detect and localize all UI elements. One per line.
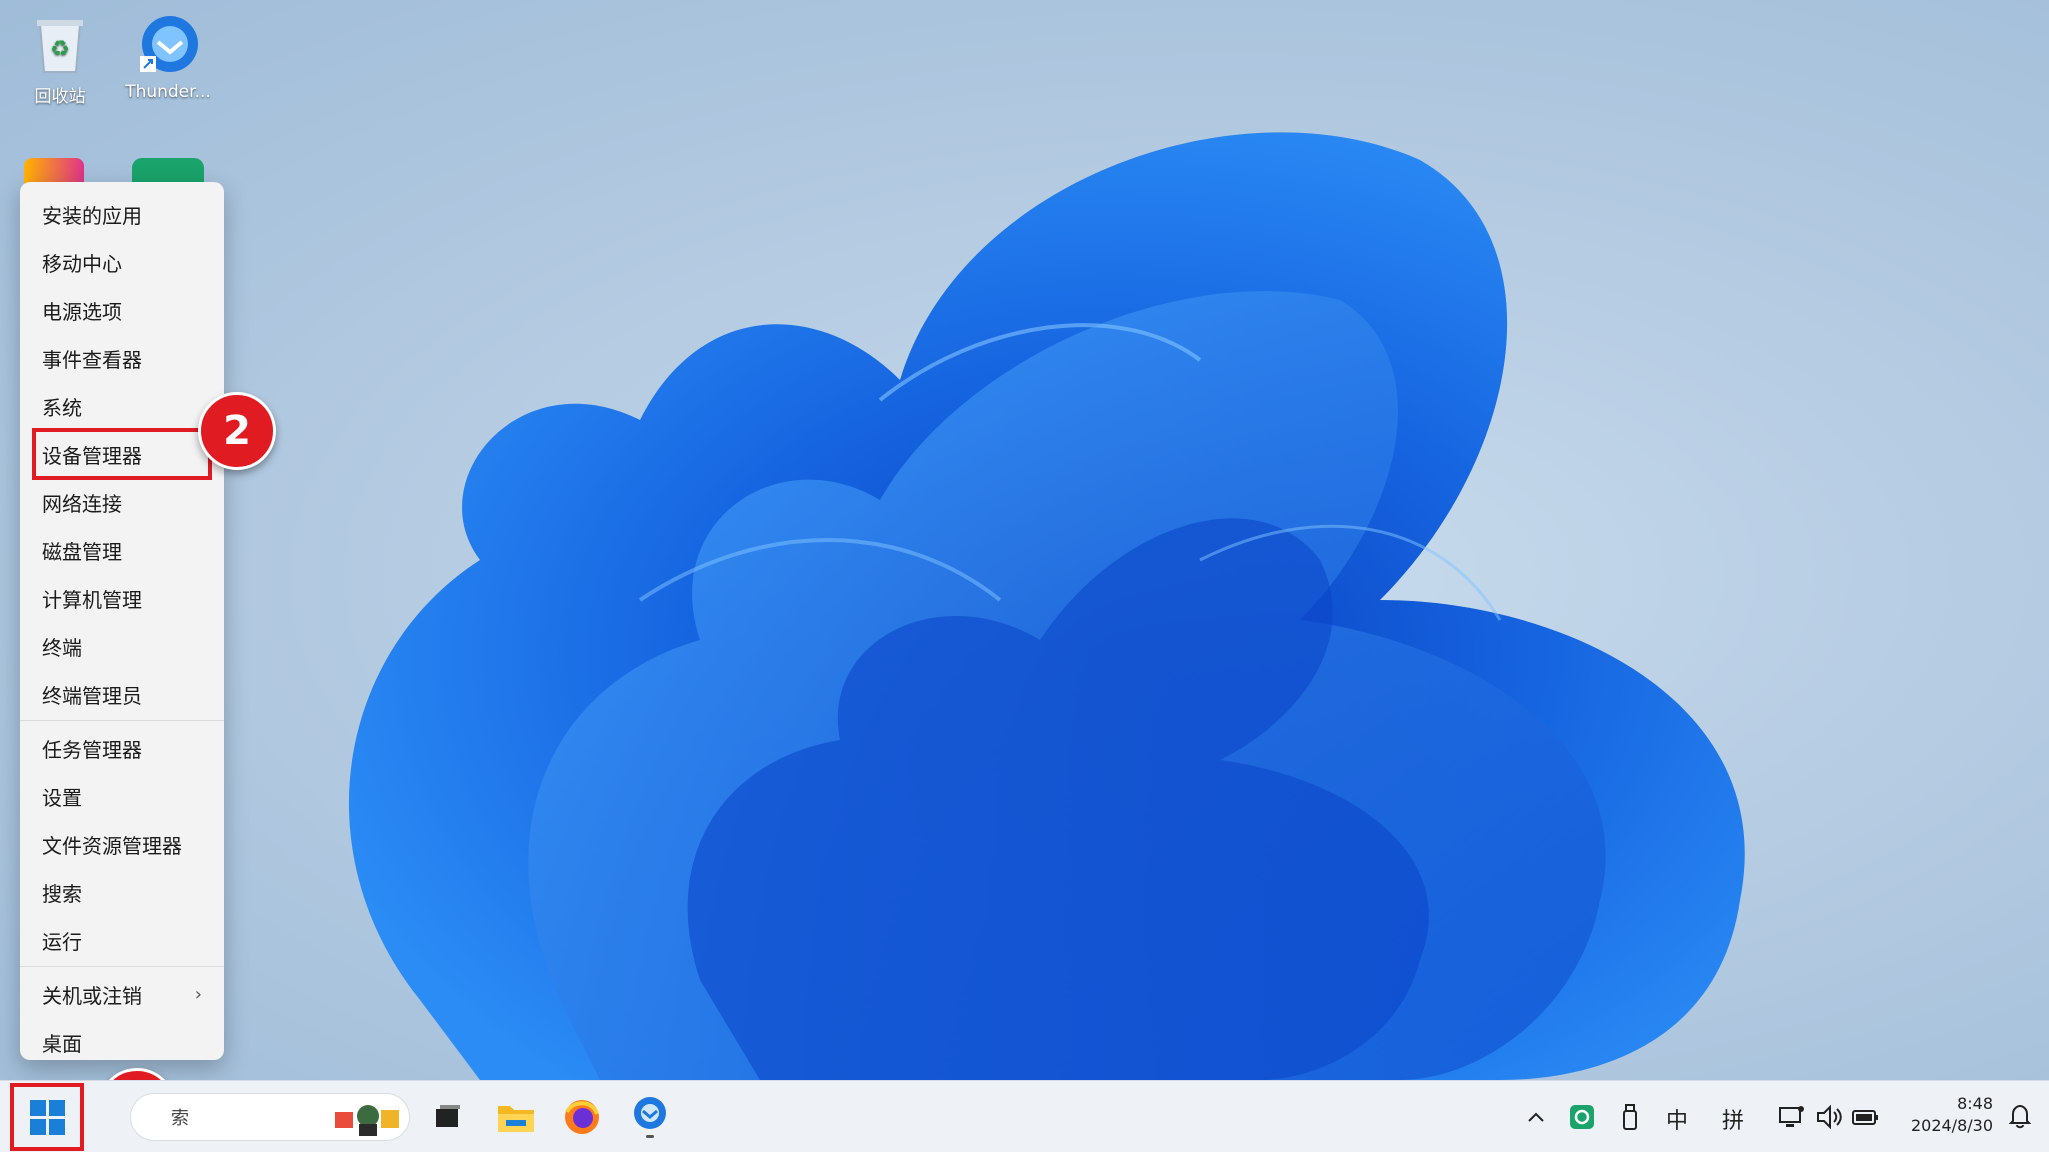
menu-item-label: 文件资源管理器 (42, 833, 182, 858)
menu-item-label: 运行 (42, 929, 82, 954)
desktop-icon-label: Thunder... (125, 82, 211, 102)
windows-logo-icon (29, 1099, 65, 1135)
menu-item-label: 网络连接 (42, 491, 122, 516)
menu-separator (20, 720, 224, 721)
menu-item-label: 安装的应用 (42, 203, 142, 228)
menu-item-label: 终端 (42, 635, 82, 660)
menu-item-label: 设置 (42, 785, 82, 810)
task-view-icon[interactable] (426, 1095, 470, 1139)
step-badge-2: 2 (198, 392, 276, 470)
menu-item-settings[interactable]: 设置 (20, 772, 224, 820)
menu-item-network-connections[interactable]: 网络连接 (20, 478, 224, 526)
menu-item-label: 终端管理员 (42, 683, 142, 708)
thunderbird-taskbar-icon[interactable] (628, 1095, 672, 1139)
usb-device-icon[interactable] (1608, 1095, 1652, 1139)
taskbar-search-box[interactable]: 索 (130, 1093, 410, 1141)
menu-item-desktop[interactable]: 桌面 (20, 1018, 224, 1066)
menu-item-mobility-center[interactable]: 移动中心 (20, 238, 224, 286)
menu-item-installed-apps[interactable]: 安装的应用 (20, 190, 224, 238)
menu-separator (20, 966, 224, 967)
thunderbird-icon (136, 12, 200, 76)
winx-context-menu: 安装的应用 移动中心 电源选项 事件查看器 系统 设备管理器 网络连接 磁盘管理… (20, 182, 224, 1060)
taskbar: 索 中 拼 8:48 2024/8/30 (0, 1080, 2049, 1152)
menu-item-label: 关机或注销 (42, 983, 142, 1008)
menu-item-search[interactable]: 搜索 (20, 868, 224, 916)
menu-item-label: 事件查看器 (42, 347, 142, 372)
menu-item-label: 任务管理器 (42, 737, 142, 762)
menu-item-label: 系统 (42, 395, 82, 420)
menu-item-label: 设备管理器 (42, 443, 142, 468)
clock-time: 8:48 (1957, 1094, 1993, 1113)
menu-item-power-options[interactable]: 电源选项 (20, 286, 224, 334)
menu-item-terminal[interactable]: 终端 (20, 622, 224, 670)
file-explorer-icon[interactable] (494, 1095, 538, 1139)
menu-item-label: 计算机管理 (42, 587, 142, 612)
menu-item-task-manager[interactable]: 任务管理器 (20, 724, 224, 772)
menu-item-label: 桌面 (42, 1031, 82, 1056)
desktop-wallpaper (0, 0, 2049, 1080)
start-button[interactable] (10, 1083, 84, 1151)
menu-item-run[interactable]: 运行 (20, 916, 224, 964)
menu-item-file-explorer[interactable]: 文件资源管理器 (20, 820, 224, 868)
menu-item-label: 磁盘管理 (42, 539, 122, 564)
recycle-bin-icon: ♻ (28, 12, 92, 76)
chevron-right-icon: › (194, 983, 202, 1005)
desktop-icon-label: 回收站 (34, 87, 86, 107)
search-highlight-icon (333, 1098, 403, 1138)
sync-app-tray-icon[interactable] (1560, 1095, 1604, 1139)
desktop-icon-thunderbird[interactable]: Thunder... (108, 12, 228, 102)
menu-item-system[interactable]: 系统 (20, 382, 224, 430)
menu-item-disk-management[interactable]: 磁盘管理 (20, 526, 224, 574)
desktop-icon-recycle-bin[interactable]: ♻ 回收站 (0, 12, 120, 107)
chevron-up-icon[interactable] (1514, 1095, 1558, 1139)
clock-date: 2024/8/30 (1910, 1116, 1993, 1135)
ime-language-indicator[interactable]: 中 (1666, 1103, 1688, 1135)
search-box-text: 索 (171, 1108, 189, 1129)
firefox-icon[interactable] (560, 1095, 604, 1139)
menu-item-event-viewer[interactable]: 事件查看器 (20, 334, 224, 382)
menu-item-computer-management[interactable]: 计算机管理 (20, 574, 224, 622)
menu-item-terminal-admin[interactable]: 终端管理员 (20, 670, 224, 718)
notification-bell-icon[interactable] (2008, 1103, 2032, 1133)
ime-mode-indicator[interactable]: 拼 (1722, 1103, 1744, 1135)
menu-item-shutdown-signout[interactable]: 关机或注销 › (20, 970, 224, 1018)
taskbar-clock[interactable]: 8:48 2024/8/30 (1911, 1093, 1993, 1137)
menu-item-label: 电源选项 (42, 299, 122, 324)
svg-text:♻: ♻ (50, 37, 70, 62)
battery-icon[interactable] (1844, 1095, 1888, 1139)
menu-item-label: 移动中心 (42, 251, 122, 276)
menu-item-label: 搜索 (42, 881, 82, 906)
menu-item-device-manager[interactable]: 设备管理器 (32, 428, 212, 480)
